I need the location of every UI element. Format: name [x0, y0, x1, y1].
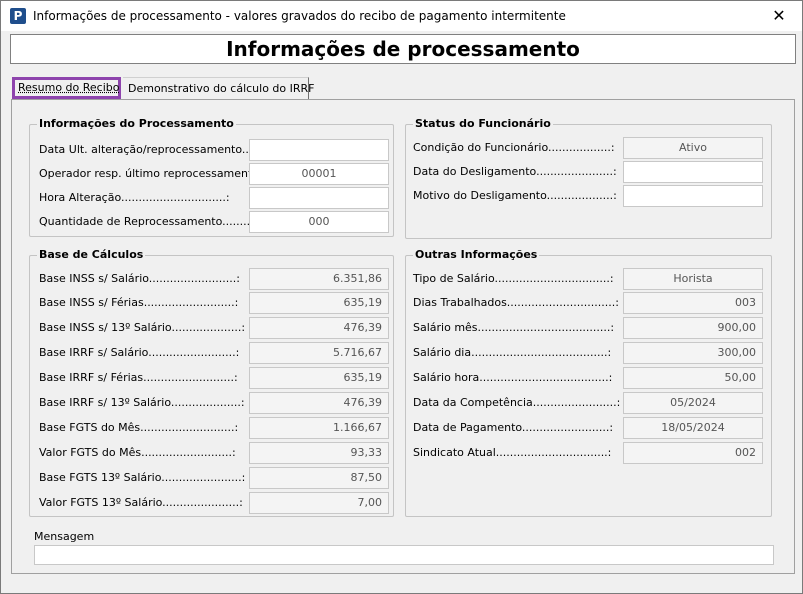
- group-status-funcionario: Status do Funcionário Condição do Funcio…: [405, 117, 772, 239]
- base-fgts-13-field[interactable]: 87,50: [249, 467, 389, 489]
- dialog-window: P Informações de processamento - valores…: [0, 0, 803, 594]
- field-label: Sindicato Atual.........................…: [413, 446, 612, 459]
- motivo-desligamento-field[interactable]: [623, 185, 763, 207]
- field-row: Condição do Funcionário.................…: [413, 137, 768, 159]
- field-label: Data da Competência.....................…: [413, 396, 621, 409]
- app-logo-icon: P: [10, 8, 26, 24]
- group-processamento: Informações do Processamento Data Ult. a…: [29, 117, 394, 237]
- sindicato-atual-field[interactable]: 002: [623, 442, 763, 464]
- close-button[interactable]: ✕: [756, 1, 802, 31]
- condicao-funcionario-field[interactable]: Ativo: [623, 137, 763, 159]
- dias-trabalhados-field[interactable]: 003: [623, 292, 763, 314]
- field-label: Salário dia.............................…: [413, 346, 612, 359]
- mensagem-label: Mensagem: [34, 530, 95, 543]
- base-irrf-13-field[interactable]: 476,39: [249, 392, 389, 414]
- base-inss-13-field[interactable]: 476,39: [249, 317, 389, 339]
- field-row: Salário dia.............................…: [413, 342, 768, 364]
- group-outras-informacoes: Outras Informações Tipo de Salário......…: [405, 248, 772, 517]
- tab-panel-resumo: Informações do Processamento Data Ult. a…: [11, 99, 795, 574]
- field-label: Motivo do Desligamento..................…: [413, 189, 617, 202]
- field-row: Base IRRF s/ Férias.....................…: [39, 367, 389, 389]
- field-label: Base FGTS do Mês........................…: [39, 421, 239, 434]
- group-title: Status do Funcionário: [413, 117, 553, 130]
- base-inss-ferias-field[interactable]: 635,19: [249, 292, 389, 314]
- field-label: Hora Alteração..........................…: [39, 191, 230, 204]
- field-row: Salário hora............................…: [413, 367, 768, 389]
- group-title: Base de Cálculos: [37, 248, 146, 261]
- field-label: Base IRRF s/ 13º Salário................…: [39, 396, 245, 409]
- field-label: Base INSS s/ Salário....................…: [39, 272, 240, 285]
- field-label: Valor FGTS do Mês.......................…: [39, 446, 236, 459]
- field-label: Base IRRF s/ Férias.....................…: [39, 371, 238, 384]
- page-header: Informações de processamento: [10, 34, 796, 64]
- tab-demonstrativo-irrf[interactable]: Demonstrativo do cálculo do IRRF: [123, 77, 315, 99]
- data-competencia-field[interactable]: 05/2024: [623, 392, 763, 414]
- field-row: Data Ult. alteração/reprocessamento....:: [39, 139, 389, 161]
- field-row: Base INSS s/ 13º Salário................…: [39, 317, 389, 339]
- field-row: Operador resp. último reprocessamento.: …: [39, 163, 389, 185]
- field-label: Salário hora............................…: [413, 371, 613, 384]
- field-label: Data Ult. alteração/reprocessamento....:: [39, 143, 260, 156]
- page-title: Informações de processamento: [226, 37, 580, 61]
- field-label: Quantidade de Reprocessamento.........:: [39, 215, 258, 228]
- close-icon: ✕: [772, 6, 786, 25]
- operador-field[interactable]: 00001: [249, 163, 389, 185]
- field-row: Motivo do Desligamento..................…: [413, 185, 768, 207]
- field-label: Base INSS s/ Férias.....................…: [39, 296, 239, 309]
- field-row: Salário mês.............................…: [413, 317, 768, 339]
- salario-hora-field[interactable]: 50,00: [623, 367, 763, 389]
- field-label: Base INSS s/ 13º Salário................…: [39, 321, 246, 334]
- tipo-salario-field[interactable]: Horista: [623, 268, 763, 290]
- field-label: Base FGTS 13º Salário...................…: [39, 471, 246, 484]
- field-label: Salário mês.............................…: [413, 321, 615, 334]
- field-row: Data do Desligamento....................…: [413, 161, 768, 183]
- field-row: Base INSS s/ Férias.....................…: [39, 292, 389, 314]
- data-pagamento-field[interactable]: 18/05/2024: [623, 417, 763, 439]
- field-row: Valor FGTS do Mês.......................…: [39, 442, 389, 464]
- data-desligamento-field[interactable]: [623, 161, 763, 183]
- field-row: Dias Trabalhados........................…: [413, 292, 768, 314]
- field-label: Base IRRF s/ Salário....................…: [39, 346, 240, 359]
- window-title: Informações de processamento - valores g…: [33, 9, 566, 23]
- tab-resumo-do-recibo[interactable]: Resumo do Recibo: [12, 77, 121, 99]
- data-ult-alteracao-field[interactable]: [249, 139, 389, 161]
- field-row: Tipo de Salário.........................…: [413, 268, 768, 290]
- field-label: Valor FGTS 13º Salário..................…: [39, 496, 243, 509]
- valor-fgts-mes-field[interactable]: 93,33: [249, 442, 389, 464]
- field-row: Base IRRF s/ 13º Salário................…: [39, 392, 389, 414]
- field-row: Data da Competência.....................…: [413, 392, 768, 414]
- field-row: Valor FGTS 13º Salário..................…: [39, 492, 389, 514]
- field-label: Data do Desligamento....................…: [413, 165, 617, 178]
- field-label: Dias Trabalhados........................…: [413, 296, 619, 309]
- field-label: Tipo de Salário.........................…: [413, 272, 614, 285]
- field-row: Quantidade de Reprocessamento.........: …: [39, 211, 389, 233]
- title-bar: P Informações de processamento - valores…: [1, 1, 802, 31]
- field-row: Data de Pagamento.......................…: [413, 417, 768, 439]
- base-fgts-mes-field[interactable]: 1.166,67: [249, 417, 389, 439]
- tab-label: Resumo do Recibo: [18, 81, 120, 94]
- field-row: Hora Alteração..........................…: [39, 187, 389, 209]
- field-label: Condição do Funcionário.................…: [413, 141, 615, 154]
- tab-label: Demonstrativo do cálculo do IRRF: [128, 82, 315, 95]
- valor-fgts-13-field[interactable]: 7,00: [249, 492, 389, 514]
- group-title: Informações do Processamento: [37, 117, 236, 130]
- field-row: Sindicato Atual.........................…: [413, 442, 768, 464]
- base-irrf-ferias-field[interactable]: 635,19: [249, 367, 389, 389]
- field-row: Base INSS s/ Salário....................…: [39, 268, 389, 290]
- group-base-calculos: Base de Cálculos Base INSS s/ Salário...…: [29, 248, 394, 517]
- salario-mes-field[interactable]: 900,00: [623, 317, 763, 339]
- base-inss-salario-field[interactable]: 6.351,86: [249, 268, 389, 290]
- quantidade-reprocessamento-field[interactable]: 000: [249, 211, 389, 233]
- salario-dia-field[interactable]: 300,00: [623, 342, 763, 364]
- hora-alteracao-field[interactable]: [249, 187, 389, 209]
- field-label: Operador resp. último reprocessamento.:: [39, 167, 267, 180]
- field-row: Base FGTS do Mês........................…: [39, 417, 389, 439]
- mensagem-field[interactable]: [34, 545, 774, 565]
- field-label: Data de Pagamento.......................…: [413, 421, 614, 434]
- field-row: Base FGTS 13º Salário...................…: [39, 467, 389, 489]
- group-title: Outras Informações: [413, 248, 540, 261]
- base-irrf-salario-field[interactable]: 5.716,67: [249, 342, 389, 364]
- field-row: Base IRRF s/ Salário....................…: [39, 342, 389, 364]
